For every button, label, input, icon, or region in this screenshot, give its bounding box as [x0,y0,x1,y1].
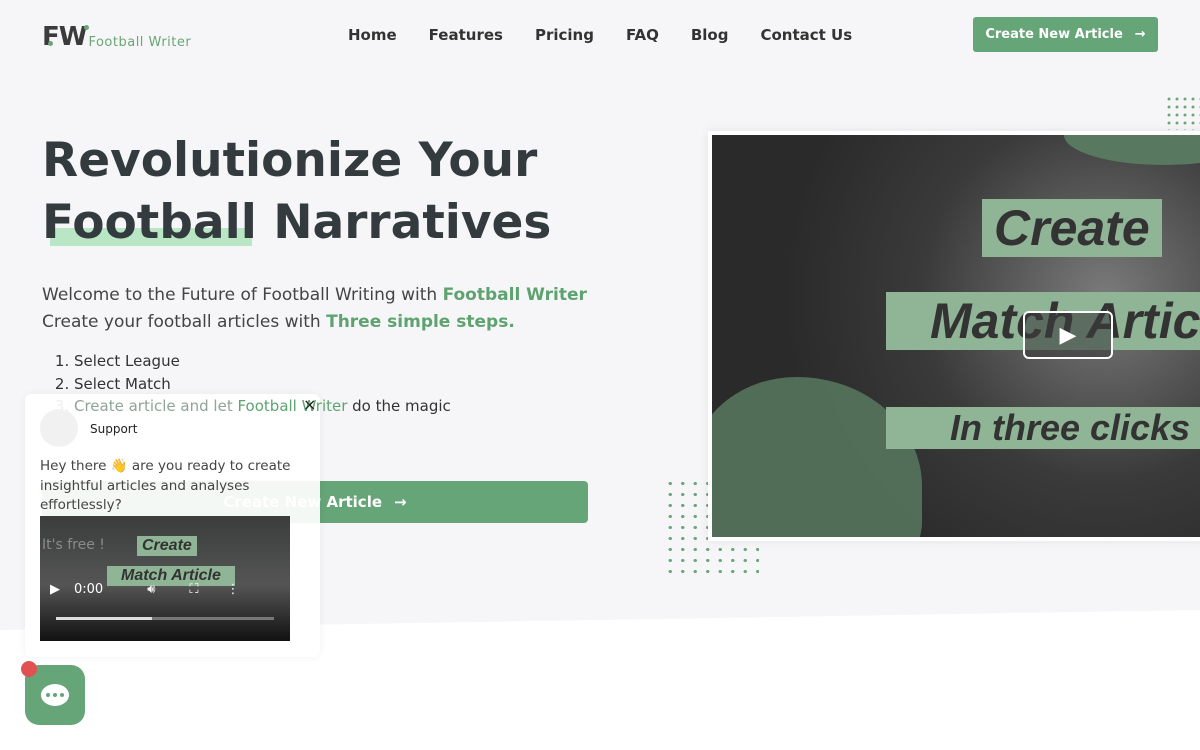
nav-faq[interactable]: FAQ [626,26,659,44]
decorative-blob [712,377,922,537]
video-time: 0:00 [74,582,104,597]
step-item: Select League [74,350,451,373]
free-note: It's free ! [42,537,105,553]
step-item: Create article and let Football Writer d… [74,395,451,418]
avatar [40,409,78,447]
play-button[interactable]: ▶ [1023,311,1113,359]
more-options-icon[interactable]: ⋮ [227,582,240,597]
video-progress-bar[interactable] [56,617,274,620]
play-icon[interactable]: ▶ [50,582,60,597]
play-icon: ▶ [1059,322,1077,348]
logo-mark: FW [42,22,90,52]
step-brand: Football Writer [237,397,348,415]
close-icon[interactable]: × [303,395,316,414]
chat-video[interactable]: Create Match Article ▶ 0:00 🔊︎ ⛶ ⋮ [40,516,290,641]
step-item: Select Match [74,373,451,396]
logo[interactable]: FW Football Writer [42,22,191,52]
arrow-right-icon: → [1134,27,1146,42]
video-label: Create [982,199,1162,257]
step-text: do the magic [347,397,451,415]
video-label: In three clicks ! [886,407,1200,449]
intro-text: Welcome to the Future of Football Writin… [42,285,587,332]
step-text: Create article and let [74,397,238,415]
decorative-dots [1165,95,1200,130]
logo-text: Football Writer [88,35,192,50]
chat-bubble-icon [41,684,69,706]
nav-features[interactable]: Features [429,26,503,44]
support-chat-popup: Support × Hey there 👋 are you ready to c… [25,394,320,657]
nav-pricing[interactable]: Pricing [535,26,594,44]
main-nav: Home Features Pricing FAQ Blog Contact U… [348,26,852,44]
button-label: Create New Article [985,27,1123,42]
volume-icon[interactable]: 🔊︎ [147,582,155,597]
steps-list: Select League Select Match Create articl… [58,350,451,418]
nav-blog[interactable]: Blog [691,26,729,44]
fullscreen-icon[interactable]: ⛶ [189,582,198,597]
arrow-right-icon: → [394,493,407,511]
header-create-article-button[interactable]: Create New Article → [973,17,1158,52]
video-label: Create [137,536,197,556]
chat-message: Hey there 👋 are you ready to create insi… [40,458,291,513]
nav-contact[interactable]: Contact Us [760,26,852,44]
page-title: Revolutionize Your Football Narratives [42,133,552,250]
promo-video[interactable]: Create Match Article In three clicks ! ▶ [708,131,1200,541]
nav-home[interactable]: Home [348,26,397,44]
chat-agent-name: Support [90,422,138,436]
notification-badge [21,661,37,677]
